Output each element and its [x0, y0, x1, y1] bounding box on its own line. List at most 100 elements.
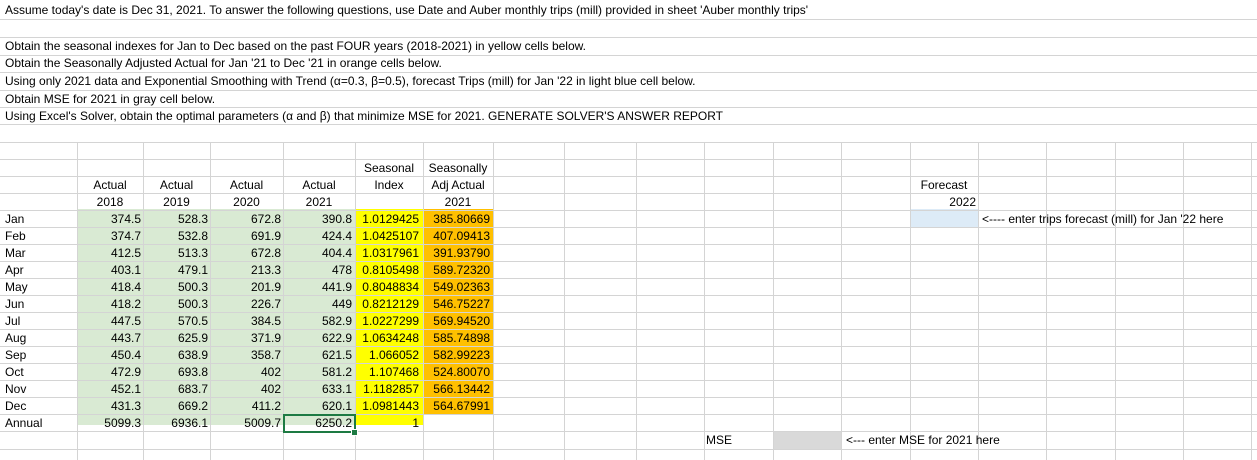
seasonal-header-bottom: Index — [374, 178, 404, 192]
actual-2019-cell[interactable]: 528.3 — [143, 211, 208, 228]
year-header-2021: 2021 — [305, 195, 333, 209]
actual-2021-cell[interactable]: 582.9 — [283, 313, 352, 330]
seasonal-index-cell[interactable]: 1.0634248 — [355, 330, 419, 347]
actual-2020-cell[interactable]: 358.7 — [210, 347, 281, 364]
actual-2021-cell[interactable]: 620.1 — [283, 398, 352, 415]
seasonal-index-cell[interactable]: 1.1182857 — [355, 381, 419, 398]
actual-header-2019: Actual — [159, 178, 194, 192]
adj-actual-cell[interactable]: 407.09413 — [423, 228, 490, 245]
actual-2019-cell[interactable]: 500.3 — [143, 296, 208, 313]
seasonal-header-top: Seasonal — [363, 161, 415, 175]
month-label: Oct — [5, 365, 24, 379]
fill-handle[interactable] — [351, 429, 358, 436]
actual-2019-cell[interactable]: 500.3 — [143, 279, 208, 296]
actual-2018-cell[interactable]: 374.5 — [77, 211, 141, 228]
actual-2021-cell[interactable]: 449 — [283, 296, 352, 313]
month-label: Apr — [5, 263, 24, 277]
instruction-line-5: Obtain MSE for 2021 in gray cell below. — [5, 92, 216, 106]
actual-2020-cell[interactable]: 402 — [210, 381, 281, 398]
adj-actual-cell[interactable]: 585.74898 — [423, 330, 490, 347]
seasonal-index-cell[interactable]: 1.0981443 — [355, 398, 419, 415]
adj-actual-cell[interactable]: 385.80669 — [423, 211, 490, 228]
actual-2018-cell[interactable]: 472.9 — [77, 364, 141, 381]
actual-2018-cell[interactable]: 452.1 — [77, 381, 141, 398]
adj-actual-cell[interactable]: 564.67991 — [423, 398, 490, 415]
actual-2020-cell[interactable]: 672.8 — [210, 245, 281, 262]
actual-2021-cell[interactable]: 404.4 — [283, 245, 352, 262]
seasonal-index-cell[interactable]: 1.0425107 — [355, 228, 419, 245]
actual-2020-cell[interactable]: 371.9 — [210, 330, 281, 347]
actual-2018-cell[interactable]: 443.7 — [77, 330, 141, 347]
actual-2019-cell[interactable]: 669.2 — [143, 398, 208, 415]
instruction-line-2: Obtain the seasonal indexes for Jan to D… — [5, 39, 586, 53]
adj-actual-cell[interactable]: 589.72320 — [423, 262, 490, 279]
year-header-2019: 2019 — [163, 195, 190, 209]
actual-2020-cell[interactable]: 201.9 — [210, 279, 281, 296]
actual-2019-cell[interactable]: 532.8 — [143, 228, 208, 245]
actual-2019-cell[interactable]: 513.3 — [143, 245, 208, 262]
adj-actual-cell[interactable]: 569.94520 — [423, 313, 490, 330]
actual-2020-cell[interactable]: 402 — [210, 364, 281, 381]
actual-2021-cell[interactable]: 390.8 — [283, 211, 352, 228]
actual-2018-cell[interactable]: 412.5 — [77, 245, 141, 262]
actual-2021-cell[interactable]: 621.5 — [283, 347, 352, 364]
actual-2019-cell[interactable]: 693.8 — [143, 364, 208, 381]
actual-2018-cell[interactable]: 450.4 — [77, 347, 141, 364]
actual-2018-cell[interactable]: 374.7 — [77, 228, 141, 245]
instruction-line-3: Obtain the Seasonally Adjusted Actual fo… — [5, 56, 442, 70]
actual-2021-cell[interactable]: 622.9 — [283, 330, 352, 347]
instruction-line-4: Using only 2021 data and Exponential Smo… — [5, 74, 696, 88]
actual-2019-cell[interactable]: 625.9 — [143, 330, 208, 347]
annual-2020[interactable]: 5009.7 — [210, 415, 281, 432]
actual-2021-cell[interactable]: 441.9 — [283, 279, 352, 296]
month-label: Sep — [5, 348, 27, 362]
annual-2018[interactable]: 5099.3 — [77, 415, 141, 432]
month-label: Jun — [5, 297, 25, 311]
adj-actual-cell[interactable]: 549.02363 — [423, 279, 490, 296]
seasonal-index-cell[interactable]: 0.8212129 — [355, 296, 419, 313]
adj-header-year: 2021 — [444, 195, 472, 209]
adj-actual-cell[interactable]: 566.13442 — [423, 381, 490, 398]
forecast-header: Forecast — [920, 178, 968, 192]
seasonal-index-cell[interactable]: 1.0317961 — [355, 245, 419, 262]
seasonal-index-cell[interactable]: 1.0227299 — [355, 313, 419, 330]
actual-2020-cell[interactable]: 672.8 — [210, 211, 281, 228]
spreadsheet-grid[interactable]: Assume today's date is Dec 31, 2021. To … — [0, 0, 1257, 460]
actual-2018-cell[interactable]: 403.1 — [77, 262, 141, 279]
actual-2018-cell[interactable]: 418.2 — [77, 296, 141, 313]
seasonal-index-cell[interactable]: 0.8048834 — [355, 279, 419, 296]
actual-2020-cell[interactable]: 411.2 — [210, 398, 281, 415]
selected-cell-outline — [283, 414, 356, 433]
seasonal-index-cell[interactable]: 1.0129425 — [355, 211, 419, 228]
year-header-2018: 2018 — [96, 195, 124, 209]
annual-2019[interactable]: 6936.1 — [143, 415, 208, 432]
actual-2021-cell[interactable]: 633.1 — [283, 381, 352, 398]
adj-actual-cell[interactable]: 524.80070 — [423, 364, 490, 381]
actual-2020-cell[interactable]: 691.9 — [210, 228, 281, 245]
actual-2020-cell[interactable]: 213.3 — [210, 262, 281, 279]
actual-2019-cell[interactable]: 570.5 — [143, 313, 208, 330]
seasonal-index-cell[interactable]: 1.107468 — [355, 364, 419, 381]
actual-2019-cell[interactable]: 479.1 — [143, 262, 208, 279]
mse-label: MSE — [706, 433, 733, 447]
month-label: Feb — [5, 229, 26, 243]
actual-2019-cell[interactable]: 638.9 — [143, 347, 208, 364]
month-label: May — [5, 280, 28, 294]
actual-2020-cell[interactable]: 384.5 — [210, 313, 281, 330]
adj-actual-cell[interactable]: 582.99223 — [423, 347, 490, 364]
actual-2018-cell[interactable]: 447.5 — [77, 313, 141, 330]
month-label: Jan — [5, 212, 25, 226]
actual-2018-cell[interactable]: 418.4 — [77, 279, 141, 296]
actual-2021-cell[interactable]: 424.4 — [283, 228, 352, 245]
actual-2019-cell[interactable]: 683.7 — [143, 381, 208, 398]
actual-2021-cell[interactable]: 478 — [283, 262, 352, 279]
seasonal-index-cell[interactable]: 1.066052 — [355, 347, 419, 364]
adj-actual-cell[interactable]: 391.93790 — [423, 245, 490, 262]
month-label: Dec — [5, 399, 27, 413]
actual-2018-cell[interactable]: 431.3 — [77, 398, 141, 415]
seasonal-index-cell[interactable]: 0.8105498 — [355, 262, 419, 279]
actual-2020-cell[interactable]: 226.7 — [210, 296, 281, 313]
adj-actual-cell[interactable]: 546.75227 — [423, 296, 490, 313]
annual-seasonal-index[interactable]: 1 — [355, 415, 419, 432]
actual-2021-cell[interactable]: 581.2 — [283, 364, 352, 381]
